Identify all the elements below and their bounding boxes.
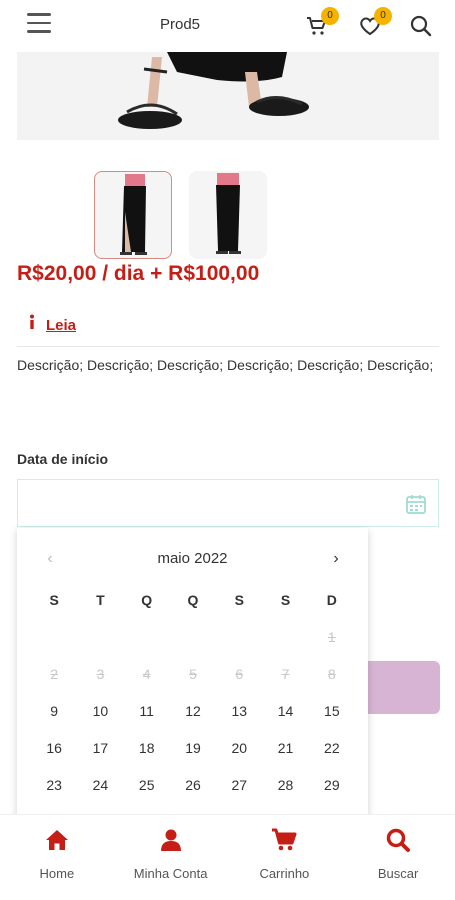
day-cell[interactable]: 27 — [216, 775, 262, 812]
week-row: 2 3 4 5 6 7 8 — [31, 664, 355, 701]
nav-account[interactable]: Minha Conta — [114, 815, 228, 900]
day-cell: 1 — [327, 629, 336, 645]
week-row: 23 24 25 26 27 28 29 — [31, 775, 355, 812]
cart-button[interactable]: 0 — [305, 7, 339, 38]
day-cell[interactable]: 16 — [31, 738, 77, 775]
empty-day-cell — [170, 627, 216, 664]
chevron-left-icon[interactable]: ‹ — [40, 550, 60, 570]
cart-icon — [272, 828, 297, 851]
product-price: R$20,00 / dia + R$100,00 — [17, 262, 260, 285]
wishlist-button[interactable]: 0 — [358, 7, 392, 38]
chevron-right-icon[interactable]: › — [326, 550, 346, 570]
day-cell[interactable]: 14 — [262, 701, 308, 738]
nav-home[interactable]: Home — [0, 815, 114, 900]
day-cell[interactable]: 10 — [77, 701, 123, 738]
weekday-row: STQQSSD — [31, 590, 355, 627]
date-picker-grid: S T Q Q S S D 1 2 3 4 5 6 7 8 9 10 11 12 13 14 15 16 17 18 19 20 21… — [31, 590, 355, 812]
nav-search-label: Buscar — [377, 866, 419, 881]
product-thumbnail-2[interactable] — [189, 171, 267, 259]
home-icon — [45, 830, 68, 850]
product-main-image[interactable] — [17, 52, 439, 140]
day-cell[interactable]: 9 — [31, 701, 77, 738]
day-cell[interactable]: 26 — [170, 775, 216, 812]
read-notice-link[interactable]: Leia — [28, 314, 76, 334]
day-cell: 6 — [235, 666, 244, 682]
info-icon — [28, 314, 36, 334]
read-notice-label[interactable]: Leia — [46, 317, 76, 334]
weekday-label: Q — [187, 592, 199, 608]
day-cell[interactable]: 19 — [170, 738, 216, 775]
weekday-label: S — [234, 592, 244, 608]
day-cell[interactable]: 24 — [77, 775, 123, 812]
header-search-button[interactable] — [409, 14, 433, 38]
start-date-label: Data de início — [17, 451, 109, 467]
cart-count-badge: 0 — [321, 7, 339, 25]
day-cell: 2 — [50, 666, 59, 682]
nav-account-label: Minha Conta — [133, 866, 208, 881]
day-cell: 4 — [142, 666, 151, 682]
weekday-label: S — [49, 592, 59, 608]
search-icon — [410, 15, 432, 37]
day-cell: 3 — [96, 666, 105, 682]
start-date-input[interactable] — [17, 479, 439, 527]
empty-day-cell — [262, 627, 308, 664]
submit-button[interactable] — [360, 661, 440, 714]
day-cell[interactable]: 28 — [262, 775, 308, 812]
week-row: 16 17 18 19 20 21 22 — [31, 738, 355, 775]
empty-day-cell — [216, 627, 262, 664]
day-cell[interactable]: 21 — [262, 738, 308, 775]
search-icon — [386, 828, 411, 852]
day-cell: 8 — [327, 666, 336, 682]
nav-cart-label: Carrinho — [259, 866, 310, 881]
day-cell[interactable]: 29 — [309, 775, 355, 812]
day-cell[interactable]: 20 — [216, 738, 262, 775]
day-cell[interactable]: 18 — [124, 738, 170, 775]
nav-search[interactable]: Buscar — [341, 815, 455, 900]
day-cell[interactable]: 17 — [77, 738, 123, 775]
day-cell[interactable]: 22 — [309, 738, 355, 775]
day-cell[interactable]: 25 — [124, 775, 170, 812]
app-header: Prod5 0 0 — [0, 0, 455, 52]
weekday-label: Q — [141, 592, 153, 608]
day-cell: 7 — [281, 666, 290, 682]
empty-day-cell — [31, 627, 77, 664]
weekday-label: T — [96, 592, 105, 608]
day-cell[interactable]: 23 — [31, 775, 77, 812]
date-picker: maio 2022 ‹ › S T Q Q S S D 1 2 3 4 5 6 7 8 9 10 11 12 13 14… — [17, 528, 368, 828]
nav-cart[interactable]: Carrinho — [228, 815, 342, 900]
day-cell[interactable]: 15 — [309, 701, 355, 738]
day-cell[interactable]: 12 — [170, 701, 216, 738]
calendar-icon[interactable] — [404, 492, 428, 516]
empty-day-cell — [124, 627, 170, 664]
day-cell[interactable]: 13 — [216, 701, 262, 738]
day-cell[interactable]: 11 — [124, 701, 170, 738]
product-thumbnail-1[interactable] — [94, 171, 172, 259]
empty-day-cell — [77, 627, 123, 664]
product-description: Descrição; Descrição; Descrição; Descriç… — [17, 357, 434, 373]
bottom-nav: Home Minha Conta Carrinho Buscar — [0, 814, 455, 900]
weekday-label: D — [326, 592, 337, 608]
date-picker-header: maio 2022 ‹ › — [17, 550, 368, 570]
wishlist-count-badge: 0 — [374, 7, 392, 25]
user-icon — [160, 829, 181, 851]
weekday-label: S — [280, 592, 291, 608]
week-row: 9 10 11 12 13 14 15 — [31, 701, 355, 738]
divider — [17, 346, 439, 347]
nav-home-label: Home — [39, 866, 75, 881]
date-picker-month: maio 2022 — [157, 550, 228, 567]
week-row: 1 — [31, 627, 355, 664]
day-cell: 5 — [189, 666, 197, 682]
